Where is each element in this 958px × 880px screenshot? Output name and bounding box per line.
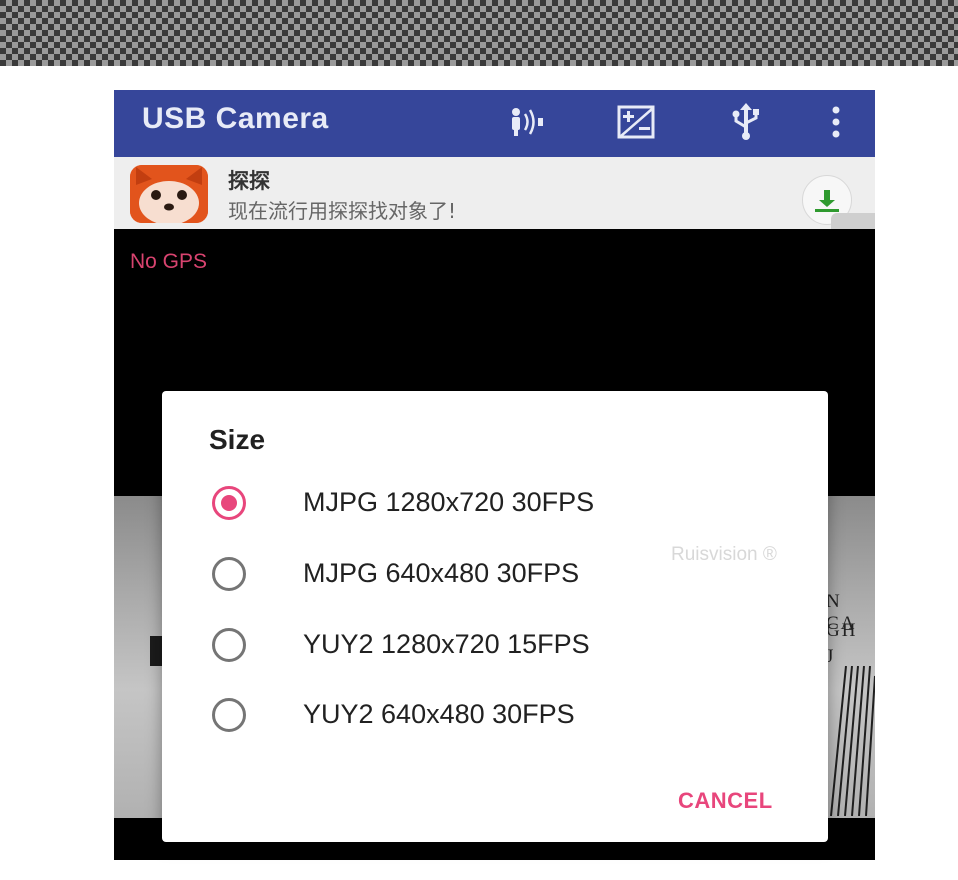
size-option-2[interactable]: YUY2 1280x720 15FPS — [162, 617, 828, 681]
overflow-menu-icon[interactable] — [816, 102, 856, 142]
preview-text-2: GH — [826, 620, 858, 641]
ad-tagline: 现在流行用探探找对象了! — [228, 199, 457, 223]
ad-banner[interactable]: 探探 现在流行用探探找对象了! — [114, 157, 875, 229]
size-option-label: MJPG 1280x720 30FPS — [303, 487, 595, 517]
voice-wave-icon[interactable] — [506, 102, 546, 142]
ad-corner-badge — [831, 213, 875, 229]
cancel-button[interactable]: CANCEL — [672, 784, 779, 818]
size-dialog: Size MJPG 1280x720 30FPS MJPG 640x480 30… — [162, 391, 828, 842]
size-option-label: MJPG 640x480 30FPS — [303, 558, 580, 588]
tantan-app-logo — [130, 165, 208, 223]
preview-test-chart-rays — [830, 666, 875, 816]
size-option-label: YUY2 640x480 30FPS — [303, 699, 575, 729]
watermark: Ruisvision ® — [671, 544, 777, 565]
transparency-background — [0, 0, 958, 66]
radio-button[interactable] — [212, 628, 246, 662]
size-option-3[interactable]: YUY2 640x480 30FPS — [162, 687, 828, 751]
dialog-title: Size — [209, 424, 266, 455]
app-bar: USB Camera — [114, 90, 875, 157]
radio-button[interactable] — [212, 698, 246, 732]
size-option-label: YUY2 1280x720 15FPS — [303, 629, 590, 659]
exposure-icon[interactable] — [616, 102, 656, 142]
radio-dot — [221, 495, 237, 511]
radio-button-selected[interactable] — [212, 486, 246, 520]
app-title: USB Camera — [142, 102, 329, 135]
size-option-0[interactable]: MJPG 1280x720 30FPS — [162, 475, 828, 539]
ad-app-name: 探探 — [228, 169, 270, 193]
usb-icon[interactable] — [726, 102, 766, 142]
radio-button[interactable] — [212, 557, 246, 591]
gps-status: No GPS — [130, 250, 208, 273]
